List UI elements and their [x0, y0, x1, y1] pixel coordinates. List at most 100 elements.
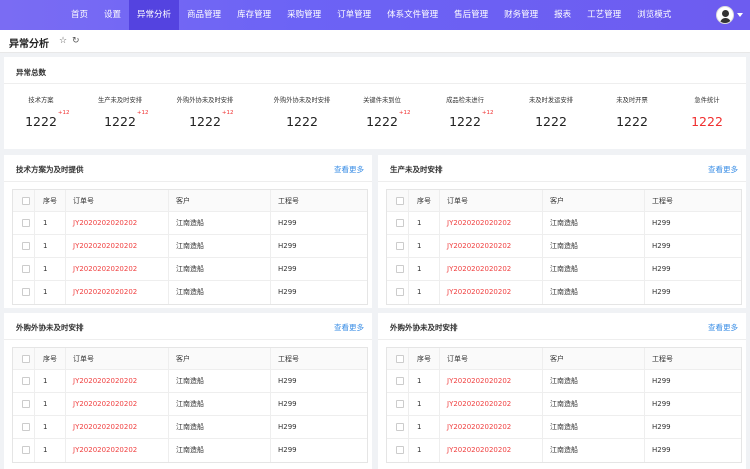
- stat-delta: +12: [57, 110, 70, 116]
- stat-number: 1222: [189, 114, 221, 129]
- order-number-link[interactable]: JY2020202020202: [447, 212, 511, 234]
- column-divider: [542, 212, 543, 234]
- column-divider: [34, 235, 35, 257]
- stat-value: 1222: [691, 114, 723, 129]
- select-all-checkbox[interactable]: [22, 197, 30, 205]
- divider: [4, 339, 372, 340]
- order-number-link[interactable]: JY2020202020202: [73, 281, 137, 303]
- column-divider: [168, 370, 169, 392]
- order-number-link[interactable]: JY2020202020202: [447, 258, 511, 280]
- view-more-link[interactable]: 查看更多: [334, 164, 364, 175]
- table-cell: H299: [278, 288, 297, 296]
- nav-item[interactable]: 订单管理: [329, 0, 379, 30]
- order-number-link[interactable]: JY2020202020202: [73, 439, 137, 461]
- panel: 外购外协未及时安排 查看更多 序号 订单号 客户 工程号 1 JY2020202020202 江…: [378, 313, 746, 469]
- column-divider: [644, 370, 645, 392]
- refresh-icon[interactable]: ↻: [72, 35, 80, 47]
- nav-item[interactable]: 工艺管理: [579, 0, 629, 30]
- row-checkbox[interactable]: [22, 242, 30, 250]
- row-checkbox[interactable]: [22, 400, 30, 408]
- column-divider: [408, 370, 409, 392]
- stat-item: 关键件未到位 1222 +12: [340, 95, 424, 129]
- stat-item: 技术方案 1222 +12: [0, 95, 83, 129]
- stat-label: 急件统计: [694, 97, 720, 104]
- order-number-link[interactable]: JY2020202020202: [73, 393, 137, 415]
- avatar[interactable]: [716, 6, 734, 24]
- table-header-row: 序号 订单号 客户 工程号: [387, 348, 741, 370]
- panel: 外购外协未及时安排 查看更多序号 订单号 客户 工程号 1 JY2020202020202 江…: [4, 313, 372, 469]
- order-number-link[interactable]: JY2020202020202: [447, 439, 511, 461]
- column-divider: [65, 416, 66, 438]
- nav-item[interactable]: 售后管理: [446, 0, 496, 30]
- chevron-down-icon[interactable]: [737, 13, 743, 17]
- divider: [4, 181, 372, 182]
- order-number-link[interactable]: JY2020202020202: [447, 416, 511, 438]
- stat-item: 外购外协未及时安排 1222 +12: [163, 95, 247, 129]
- order-number-link[interactable]: JY2020202020202: [447, 393, 511, 415]
- table-cell: 江南造船: [550, 219, 578, 227]
- stat-value: 1222 +12: [104, 110, 148, 129]
- view-more-link[interactable]: 查看更多: [708, 164, 738, 175]
- nav-item[interactable]: 报表: [546, 0, 579, 30]
- data-table: 序号 订单号 客户 工程号 1 JY2020202020202 江南造船 H299 1 JY202…: [12, 347, 368, 463]
- column-divider: [270, 190, 271, 211]
- nav-item[interactable]: 设置: [96, 0, 129, 30]
- row-checkbox[interactable]: [396, 377, 404, 385]
- select-all-checkbox[interactable]: [396, 355, 404, 363]
- panel-title: 外购外协未及时安排: [16, 323, 84, 332]
- row-checkbox[interactable]: [22, 423, 30, 431]
- stat-delta: +12: [136, 110, 149, 116]
- nav-item[interactable]: 财务管理: [496, 0, 546, 30]
- row-checkbox[interactable]: [396, 288, 404, 296]
- column-divider: [270, 348, 271, 369]
- row-checkbox[interactable]: [396, 219, 404, 227]
- order-number-link[interactable]: JY2020202020202: [447, 281, 511, 303]
- column-divider: [168, 281, 169, 304]
- order-number-link[interactable]: JY2020202020202: [447, 235, 511, 257]
- column-divider: [439, 370, 440, 392]
- order-number-link[interactable]: JY2020202020202: [73, 235, 137, 257]
- row-checkbox[interactable]: [396, 400, 404, 408]
- column-divider: [439, 393, 440, 415]
- row-checkbox[interactable]: [396, 446, 404, 454]
- column-divider: [439, 348, 440, 369]
- stat-number: 1222: [616, 114, 648, 129]
- nav-item[interactable]: 采购管理: [279, 0, 329, 30]
- column-divider: [65, 258, 66, 280]
- order-number-link[interactable]: JY2020202020202: [73, 416, 137, 438]
- view-more-link[interactable]: 查看更多: [708, 322, 738, 333]
- nav-item[interactable]: 首页: [63, 0, 96, 30]
- nav-item[interactable]: 商品管理: [179, 0, 229, 30]
- row-checkbox[interactable]: [396, 423, 404, 431]
- row-checkbox[interactable]: [22, 265, 30, 273]
- row-checkbox[interactable]: [396, 265, 404, 273]
- column-divider: [439, 439, 440, 462]
- row-checkbox[interactable]: [22, 446, 30, 454]
- table-cell: 1: [417, 446, 422, 454]
- select-all-checkbox[interactable]: [22, 355, 30, 363]
- table-cell: H299: [652, 265, 671, 273]
- order-number-link[interactable]: JY2020202020202: [73, 370, 137, 392]
- nav-item[interactable]: 浏览模式: [629, 0, 679, 30]
- row-checkbox[interactable]: [22, 219, 30, 227]
- star-icon[interactable]: ☆: [59, 35, 67, 47]
- row-checkbox[interactable]: [396, 242, 404, 250]
- view-more-link[interactable]: 查看更多: [334, 322, 364, 333]
- column-divider: [542, 190, 543, 211]
- data-table: 序号 订单号 客户 工程号 1 JY2020202020202 江南造船 H299 1 JY202…: [386, 189, 742, 305]
- table-cell: 江南造船: [176, 242, 204, 250]
- order-number-link[interactable]: JY2020202020202: [73, 212, 137, 234]
- column-header: 订单号: [447, 355, 468, 363]
- column-divider: [542, 281, 543, 304]
- nav-item[interactable]: 体系文件管理: [379, 0, 446, 30]
- order-number-link[interactable]: JY2020202020202: [447, 370, 511, 392]
- order-number-link[interactable]: JY2020202020202: [73, 258, 137, 280]
- nav-item[interactable]: 库存管理: [229, 0, 279, 30]
- table-row: 1 JY2020202020202 江南造船 H299: [387, 439, 741, 462]
- nav-item[interactable]: 异常分析: [129, 0, 180, 30]
- row-checkbox[interactable]: [22, 377, 30, 385]
- column-divider: [34, 212, 35, 234]
- column-divider: [270, 235, 271, 257]
- row-checkbox[interactable]: [22, 288, 30, 296]
- select-all-checkbox[interactable]: [396, 197, 404, 205]
